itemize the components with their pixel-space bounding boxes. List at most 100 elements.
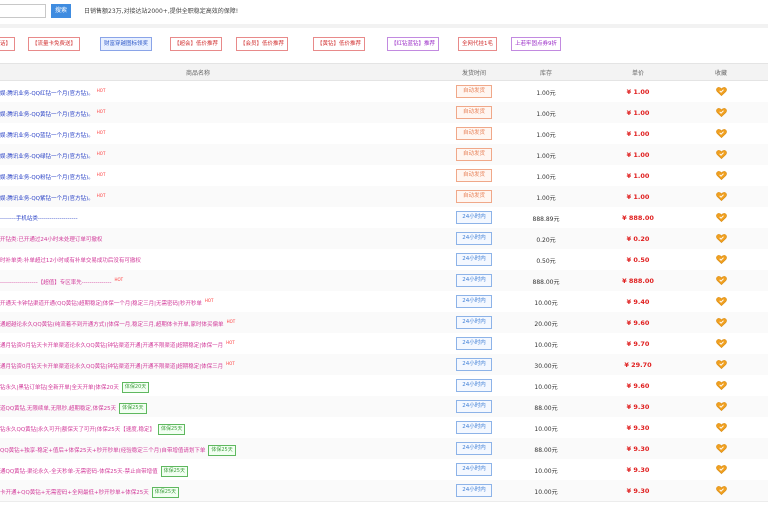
product-name-text: 时补单类:补单超过12小时或有补单交易成功后没有可撤权 bbox=[0, 258, 141, 264]
product-name-text: -------------------【超值】专区率先-------------… bbox=[0, 279, 112, 286]
product-name-text: 通QQ黄钻-渠论永久-全天秒单-无需密码-体保25天-禁止自带增值 bbox=[0, 469, 158, 475]
stock-value: 888.00元 bbox=[532, 279, 560, 286]
product-name[interactable]: 娱:腾讯业务-QQ紫钻一个月(官方钻)。HOT bbox=[0, 193, 105, 202]
table-row[interactable]: 道QQ黄钻,无限续单,无限秒,超期稳定,体保25天 体保25天 24小时内 88.00… bbox=[0, 396, 768, 418]
favorite-heart-icon[interactable] bbox=[716, 422, 727, 433]
favorite-heart-icon[interactable] bbox=[716, 254, 727, 265]
product-name[interactable]: 娱:腾讯业务-QQ蓝钻一个月(官方钻)。HOT bbox=[0, 130, 105, 139]
favorite-heart-icon[interactable] bbox=[716, 401, 727, 412]
table-row[interactable]: 钻永久|黑钻订单钻|全新开单|全天开单|体保20天 体保20天 24小时内 10.00… bbox=[0, 375, 768, 397]
table-row[interactable]: 卡开通+QQ黄钻+无需密码+全网最低+秒开秒单+体保25天 体保25天 24小时内 1… bbox=[0, 480, 768, 502]
search-input[interactable] bbox=[0, 4, 46, 18]
favorite-heart-icon[interactable] bbox=[716, 107, 727, 118]
product-name[interactable]: --------手机站类-------------------- bbox=[0, 214, 78, 222]
favorite-heart-icon[interactable] bbox=[716, 443, 727, 454]
product-name[interactable]: 通月钻资0月钻天卡开单渠道论永久QQ黄钻|钟钻渠道开通|开通不限渠道|超期稳定|… bbox=[0, 361, 235, 370]
price-value: ¥ 888.00 bbox=[622, 277, 654, 285]
delivery-status: 24小时内 bbox=[456, 295, 492, 308]
product-name-text: 钻永久QQ黄钻|永久可开|额保天了可开|体保25天【速度,稳定】 bbox=[0, 427, 155, 433]
category-button[interactable]: 话】 bbox=[0, 37, 16, 51]
favorite-heart-icon[interactable] bbox=[716, 233, 727, 244]
top-divider bbox=[0, 24, 768, 28]
price-value: ¥ 1.00 bbox=[626, 109, 650, 117]
search-button[interactable]: 搜索 bbox=[51, 4, 71, 18]
product-name[interactable]: 钻永久|黑钻订单钻|全新开单|全天开单|体保20天 体保20天 bbox=[0, 382, 150, 393]
product-name[interactable]: 通超越论永久QQ黄钻(纯流着不到开通方式)|体保一月,稳定三月,超期体卡开单,家… bbox=[0, 319, 235, 328]
table-row[interactable]: 娱:腾讯业务-QQ紫钻一个月(官方钻)。HOT 自动发货 1.00元 ¥ 1.00 bbox=[0, 186, 768, 208]
stock-value: 10.00元 bbox=[534, 489, 558, 496]
favorite-heart-icon[interactable] bbox=[716, 317, 727, 328]
table-row[interactable]: 娱:腾讯业务-QQ黄钻一个月(官方钻)。HOT 自动发货 1.00元 ¥ 1.00 bbox=[0, 102, 768, 124]
favorite-heart-icon[interactable] bbox=[716, 212, 727, 223]
table-row[interactable]: 娱:腾讯业务-QQ红钻一个月(官方钻)。HOT 自动发货 1.00元 ¥ 1.00 bbox=[0, 81, 768, 103]
product-name-text: 卡开通+QQ黄钻+无需密码+全网最低+秒开秒单+体保25天 bbox=[0, 490, 149, 496]
table-row[interactable]: 时补单类:补单超过12小时或有补单交易成功后没有可撤权 24小时内 0.50元 ¥ 0… bbox=[0, 249, 768, 271]
product-name[interactable]: 卡开通+QQ黄钻+无需密码+全网最低+秒开秒单+体保25天 体保25天 bbox=[0, 487, 180, 498]
table-row[interactable]: 钻永久QQ黄钻|永久可开|额保天了可开|体保25天【速度,稳定】 体保25天 24小… bbox=[0, 417, 768, 439]
product-name[interactable]: 娱:腾讯业务-QQ绿钻一个月(官方钻)。HOT bbox=[0, 151, 105, 160]
category-button[interactable]: 【超会】低价推荐 bbox=[170, 37, 223, 51]
delivery-status: 24小时内 bbox=[456, 358, 492, 371]
product-name[interactable]: 道QQ黄钻,无限续单,无限秒,超期稳定,体保25天 体保25天 bbox=[0, 403, 147, 414]
table-row[interactable]: 开通天卡钟钻渠道开通(QQ黄钻)超期稳定|体保一个月|稳定三月|无需密码|秒开秒… bbox=[0, 291, 768, 313]
favorite-heart-icon[interactable] bbox=[716, 380, 727, 391]
price-value: ¥ 9.30 bbox=[626, 466, 650, 474]
favorite-heart-icon[interactable] bbox=[716, 338, 727, 349]
table-row[interactable]: -------------------【超值】专区率先-------------… bbox=[0, 270, 768, 292]
category-button[interactable]: 上若牢固点券9折 bbox=[511, 37, 561, 51]
product-name[interactable]: 娱:腾讯业务-QQ粉钻一个月(官方钻)。HOT bbox=[0, 172, 105, 181]
product-name[interactable]: 通月钻资0月钻天卡开单渠道论永久QQ黄钻|钟钻渠道开通|开通不限渠道|超期稳定|… bbox=[0, 340, 235, 349]
favorite-heart-icon[interactable] bbox=[716, 191, 727, 202]
header-price: 单价 bbox=[631, 70, 645, 77]
product-name-text: 娱:腾讯业务-QQ紫钻一个月(官方钻)。 bbox=[0, 195, 94, 202]
product-name-text: 娱:腾讯业务-QQ粉钻一个月(官方钻)。 bbox=[0, 174, 94, 181]
favorite-heart-icon[interactable] bbox=[716, 485, 727, 496]
category-button[interactable]: 全网代挂1毛 bbox=[458, 37, 497, 51]
price-value: ¥ 9.60 bbox=[626, 319, 650, 327]
category-button[interactable]: 财富穿越图标领奖 bbox=[100, 37, 153, 51]
table-row[interactable]: QQ黄钻+独享-稳定+值后+体保25天+秒开秒单(经验稳定三个月)自带增值请划下… bbox=[0, 438, 768, 460]
favorite-heart-icon[interactable] bbox=[716, 464, 727, 475]
price-value: ¥ 1.00 bbox=[626, 88, 650, 96]
product-name[interactable]: 通QQ黄钻-渠论永久-全天秒单-无需密码-体保25天-禁止自带增值 体保25天 bbox=[0, 466, 188, 477]
category-button[interactable]: 【红钻蓝钻】推荐 bbox=[387, 37, 440, 51]
table-row[interactable]: 娱:腾讯业务-QQ粉钻一个月(官方钻)。HOT 自动发货 1.00元 ¥ 1.00 bbox=[0, 165, 768, 187]
product-name[interactable]: -------------------【超值】专区率先-------------… bbox=[0, 277, 123, 286]
favorite-heart-icon[interactable] bbox=[716, 275, 727, 286]
stock-value: 30.00元 bbox=[534, 363, 558, 370]
delivery-status: 自动发货 bbox=[456, 127, 492, 140]
product-name[interactable]: 开通天卡钟钻渠道开通(QQ黄钻)超期稳定|体保一个月|稳定三月|无需密码|秒开秒… bbox=[0, 298, 213, 307]
favorite-heart-icon[interactable] bbox=[716, 86, 727, 97]
category-button[interactable]: 【黄钻】低价推荐 bbox=[313, 37, 366, 51]
table-row[interactable]: 娱:腾讯业务-QQ蓝钻一个月(官方钻)。HOT 自动发货 1.00元 ¥ 1.00 bbox=[0, 123, 768, 145]
table-row[interactable]: 通超越论永久QQ黄钻(纯流着不到开通方式)|体保一月,稳定三月,超期体卡开单,家… bbox=[0, 312, 768, 334]
favorite-heart-icon[interactable] bbox=[716, 170, 727, 181]
delivery-status: 自动发货 bbox=[456, 106, 492, 119]
table-row[interactable]: 开钻类:已开通过24小时未处理订单可撤权 24小时内 0.20元 ¥ 0.20 bbox=[0, 228, 768, 250]
favorite-heart-icon[interactable] bbox=[716, 149, 727, 160]
table-row[interactable]: 通QQ黄钻-渠论永久-全天秒单-无需密码-体保25天-禁止自带增值 体保25天 24… bbox=[0, 459, 768, 481]
product-name[interactable]: 时补单类:补单超过12小时或有补单交易成功后没有可撤权 bbox=[0, 256, 141, 264]
category-button[interactable]: 【流量卡免费送】 bbox=[28, 37, 81, 51]
favorite-heart-icon[interactable] bbox=[716, 359, 727, 370]
table-row[interactable]: 娱:腾讯业务-QQ绿钻一个月(官方钻)。HOT 自动发货 1.00元 ¥ 1.00 bbox=[0, 144, 768, 166]
delivery-status: 24小时内 bbox=[456, 337, 492, 350]
product-name[interactable]: 开钻类:已开通过24小时未处理订单可撤权 bbox=[0, 235, 102, 243]
table-row[interactable]: 通月钻资0月钻天卡开单渠道论永久QQ黄钻|钟钻渠道开通|开通不限渠道|超期稳定|… bbox=[0, 333, 768, 355]
hot-tag: HOT bbox=[204, 298, 214, 303]
product-name[interactable]: 娱:腾讯业务-QQ红钻一个月(官方钻)。HOT bbox=[0, 88, 105, 97]
favorite-heart-icon[interactable] bbox=[716, 296, 727, 307]
hot-tag: HOT bbox=[226, 340, 235, 345]
favorite-heart-icon[interactable] bbox=[716, 128, 727, 139]
table-row[interactable]: --------手机站类-------------------- 24小时内 888… bbox=[0, 207, 768, 229]
product-name[interactable]: 钻永久QQ黄钻|永久可开|额保天了可开|体保25天【速度,稳定】 体保25天 bbox=[0, 424, 186, 435]
product-name-text: 通超越论永久QQ黄钻(纯流着不到开通方式)|体保一月,稳定三月,超期体卡开单,家… bbox=[0, 321, 224, 328]
stock-value: 1.00元 bbox=[536, 132, 556, 139]
product-name[interactable]: QQ黄钻+独享-稳定+值后+体保25天+秒开秒单(经验稳定三个月)自带增值请划下… bbox=[0, 445, 236, 456]
category-button[interactable]: 【会员】低价推荐 bbox=[236, 37, 289, 51]
stock-value: 0.20元 bbox=[536, 237, 556, 244]
hot-tag: HOT bbox=[96, 193, 106, 198]
price-value: ¥ 0.20 bbox=[626, 235, 650, 243]
product-name[interactable]: 娱:腾讯业务-QQ黄钻一个月(官方钻)。HOT bbox=[0, 109, 105, 118]
table-row[interactable]: 通月钻资0月钻天卡开单渠道论永久QQ黄钻|钟钻渠道开通|开通不限渠道|超期稳定|… bbox=[0, 354, 768, 376]
